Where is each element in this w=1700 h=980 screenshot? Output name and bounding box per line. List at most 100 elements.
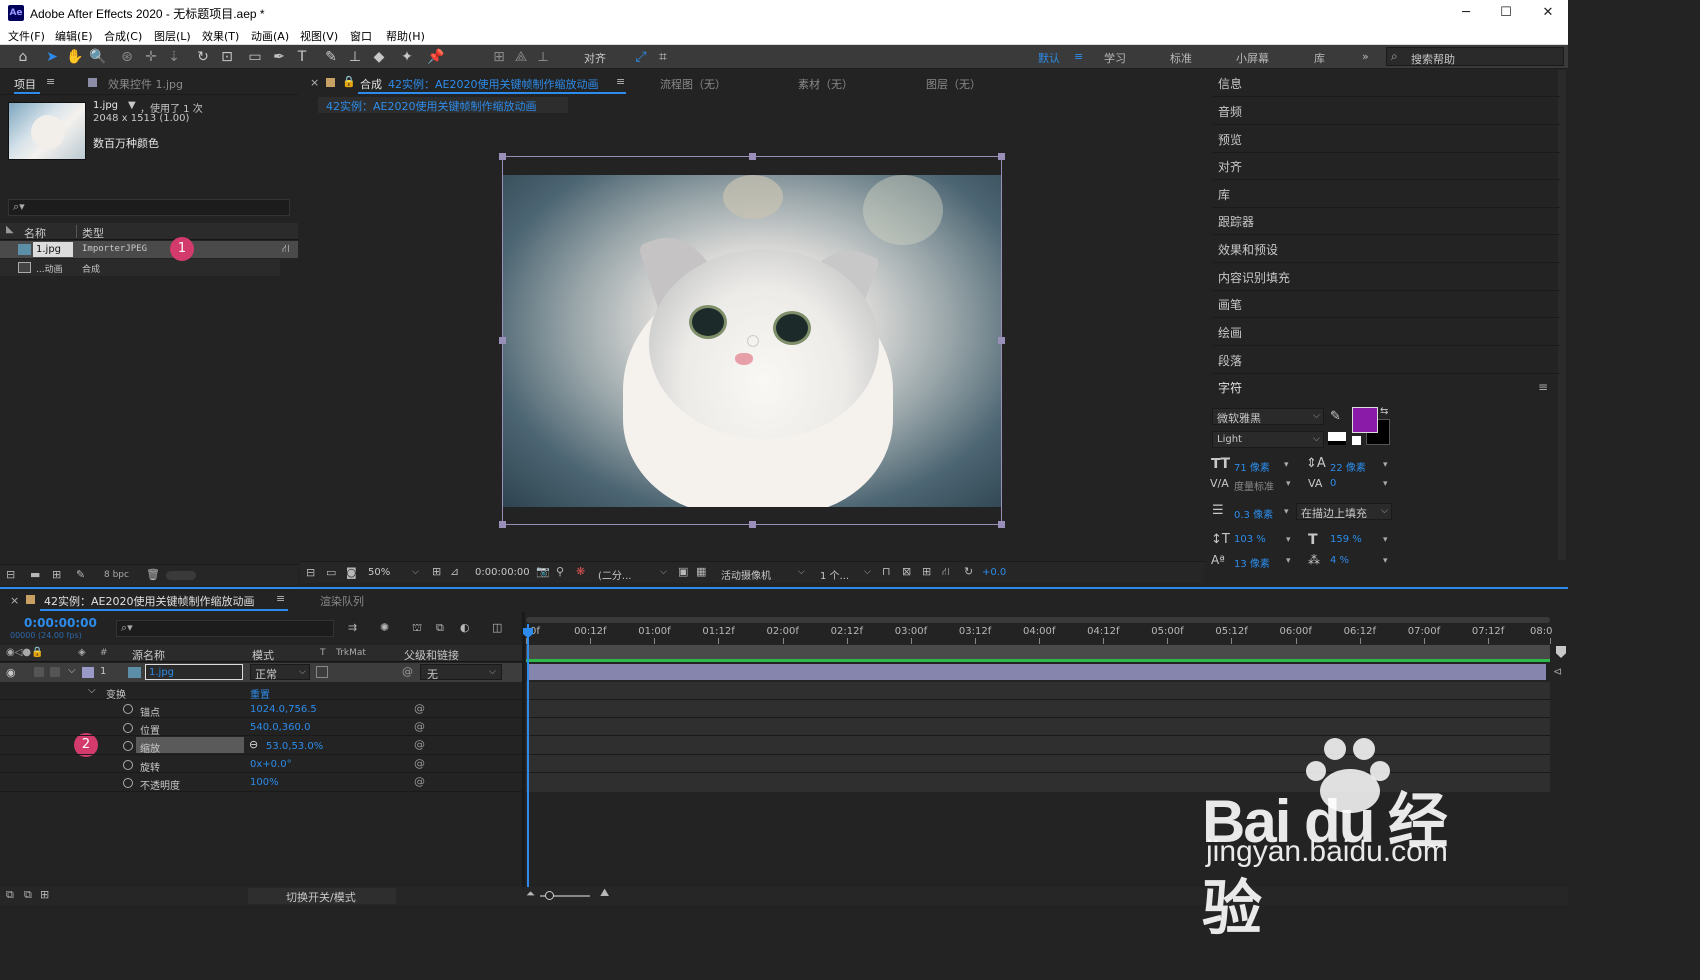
tab-layer[interactable]: 图层（无） (926, 76, 981, 92)
toggle-switches-modes-button[interactable]: 切换开关/模式 (248, 888, 396, 904)
pickwhip-icon[interactable]: @ (414, 720, 425, 733)
snapping-icon[interactable]: ⤢ (632, 48, 650, 66)
workspace-library[interactable]: 库 (1314, 50, 1325, 66)
menu-view[interactable]: 视图(V) (300, 28, 338, 44)
dropdown-icon[interactable]: ▼ (128, 100, 136, 111)
zoom-slider-thumb[interactable] (545, 891, 554, 900)
draft-3d-icon[interactable]: ✺ (380, 621, 389, 634)
pickwhip-icon[interactable]: @ (414, 757, 425, 770)
vr-icon[interactable]: ◙ (346, 566, 357, 579)
col-source-name[interactable]: 源名称 (132, 647, 165, 663)
view-layout-select[interactable]: 1 个... (820, 567, 849, 582)
panel-menu-icon[interactable]: ≡ (616, 75, 625, 88)
stopwatch-icon[interactable] (123, 741, 133, 751)
menu-composition[interactable]: 合成(C) (104, 28, 142, 44)
chevron-down-icon[interactable]: ⌵ (68, 665, 76, 676)
col-trkmat[interactable]: TrkMat (336, 648, 366, 658)
baseline-shift-value[interactable]: 13 像素 (1234, 555, 1270, 570)
shy-layers-icon[interactable]: ⛫ (412, 621, 422, 636)
menu-edit[interactable]: 编辑(E) (55, 28, 93, 44)
chevron-down-icon[interactable]: ▾ (1383, 460, 1388, 470)
chevron-down-icon[interactable]: ⌵ (88, 685, 96, 696)
tsume-value[interactable]: 4 % (1330, 555, 1349, 566)
work-area-bar[interactable] (526, 617, 1550, 623)
camera-select[interactable]: 活动摄像机 (721, 567, 771, 582)
chevron-down-icon[interactable]: ⌵ (798, 567, 805, 577)
comp-marker-bin-icon[interactable]: ⊲ (1553, 665, 1562, 678)
lock-icon[interactable]: 🔒 (342, 75, 356, 88)
chevron-down-icon[interactable]: ▾ (1284, 460, 1289, 470)
trash-icon[interactable]: 🗑 (146, 568, 160, 581)
interpret-footage-icon[interactable]: ⊟ (6, 568, 15, 581)
timeline-tab-comp[interactable]: 42实例：AE2020使用关键帧制作缩放动画 (44, 593, 254, 609)
parent-select[interactable]: 无 ⌵ (420, 664, 502, 681)
chevron-down-icon[interactable]: ▾ (1286, 556, 1291, 566)
pickwhip-icon[interactable]: @ (414, 738, 425, 751)
comp-mini-flowchart-icon[interactable]: ⇉ (348, 621, 357, 634)
position-value[interactable]: 540.0,360.0 (250, 722, 310, 733)
panel-paragraph[interactable]: 段落 (1218, 352, 1242, 369)
layer-switches-icon[interactable]: ⧉ (6, 888, 14, 902)
close-tab-icon[interactable]: × (10, 594, 19, 607)
eyedropper-icon[interactable]: ✎ (1330, 409, 1341, 424)
zoom-value[interactable]: 50% (368, 567, 390, 578)
local-axis-icon[interactable]: ⊞ (490, 48, 508, 66)
menu-animation[interactable]: 动画(A) (251, 28, 289, 44)
exposure-value[interactable]: +0.0 (982, 567, 1006, 578)
panel-content-aware-fill[interactable]: 内容识别填充 (1218, 269, 1290, 286)
transform-handle[interactable] (998, 337, 1005, 344)
fast-preview-icon[interactable]: ⊠ (902, 565, 911, 578)
bpc-button[interactable]: 8 bpc (104, 570, 129, 580)
tracking-value[interactable]: 0 (1330, 478, 1336, 489)
layer-label-color[interactable] (82, 667, 94, 678)
zoom-tool-icon[interactable]: 🔍 (89, 48, 107, 66)
workspace-standard[interactable]: 标准 (1170, 50, 1192, 66)
dolly-camera-icon[interactable]: ⇣ (165, 48, 183, 66)
transform-handle[interactable] (499, 337, 506, 344)
transform-handle[interactable] (499, 153, 506, 160)
layer-bounding-box[interactable] (499, 153, 1005, 528)
channel-icon[interactable]: ❋ (576, 565, 585, 578)
zoom-out-icon[interactable]: ⏶ (526, 887, 535, 901)
chevron-down-icon[interactable]: ⌵ (660, 567, 667, 577)
layer-duration-bar[interactable] (528, 664, 1546, 680)
new-folder-icon[interactable]: ▬ (30, 568, 40, 581)
stroke-mode-select[interactable]: 在描边上填充 ⌵ (1296, 503, 1392, 520)
transform-handle[interactable] (749, 521, 756, 528)
pickwhip-icon[interactable]: @ (402, 665, 413, 678)
transform-handle[interactable] (499, 521, 506, 528)
anchor-point-icon[interactable] (747, 335, 759, 347)
menu-effect[interactable]: 效果(T) (202, 28, 239, 44)
clone-stamp-icon[interactable]: ⊥ (346, 48, 364, 66)
new-comp-icon[interactable]: ⊞ (52, 568, 61, 581)
scale-value[interactable]: 53.0,53.0% (266, 741, 323, 752)
transform-handle[interactable] (749, 153, 756, 160)
swap-colors-icon[interactable]: ⇆ (1380, 406, 1388, 417)
leading-value[interactable]: 22 像素 (1330, 459, 1366, 474)
col-mode[interactable]: 模式 (252, 647, 274, 663)
current-time-indicator[interactable] (527, 624, 529, 889)
show-snapshot-icon[interactable]: ⚲ (556, 565, 564, 578)
workspace-learn[interactable]: 学习 (1104, 50, 1126, 66)
rectangle-tool-icon[interactable]: ▭ (246, 48, 264, 66)
pixel-aspect-icon[interactable]: ⊓ (882, 565, 891, 578)
safe-zones-icon[interactable]: ⊿ (450, 565, 459, 578)
font-family-select[interactable]: 微软雅黑 ⌵ (1212, 408, 1324, 425)
project-row-selected[interactable]: 1.jpg ImporterJPEG ⛙ (0, 241, 298, 258)
font-size-value[interactable]: 71 像素 (1234, 459, 1270, 474)
no-stroke-icon[interactable] (1352, 436, 1361, 445)
panel-menu-icon[interactable]: ≡ (46, 75, 55, 88)
world-axis-icon[interactable]: ⟁ (512, 48, 530, 66)
project-row-comp[interactable]: ...动画 合成 (0, 259, 280, 276)
no-fill-icon[interactable] (1328, 432, 1346, 445)
col-t[interactable]: T (320, 648, 326, 658)
home-icon[interactable]: ⌂ (14, 48, 32, 66)
solo-toggle[interactable] (34, 667, 44, 677)
transform-handle[interactable] (998, 521, 1005, 528)
stopwatch-icon[interactable] (123, 778, 133, 788)
transparency-grid-icon[interactable]: ▦ (696, 565, 706, 578)
in-out-icon[interactable]: ⊞ (40, 888, 49, 901)
layer-row[interactable]: ◉ ⌵ 1 1.jpg 正常 ⌵ @ 无 ⌵ (0, 663, 522, 682)
eraser-tool-icon[interactable]: ◆ (370, 48, 388, 66)
always-preview-icon[interactable]: ⊟ (306, 566, 315, 579)
